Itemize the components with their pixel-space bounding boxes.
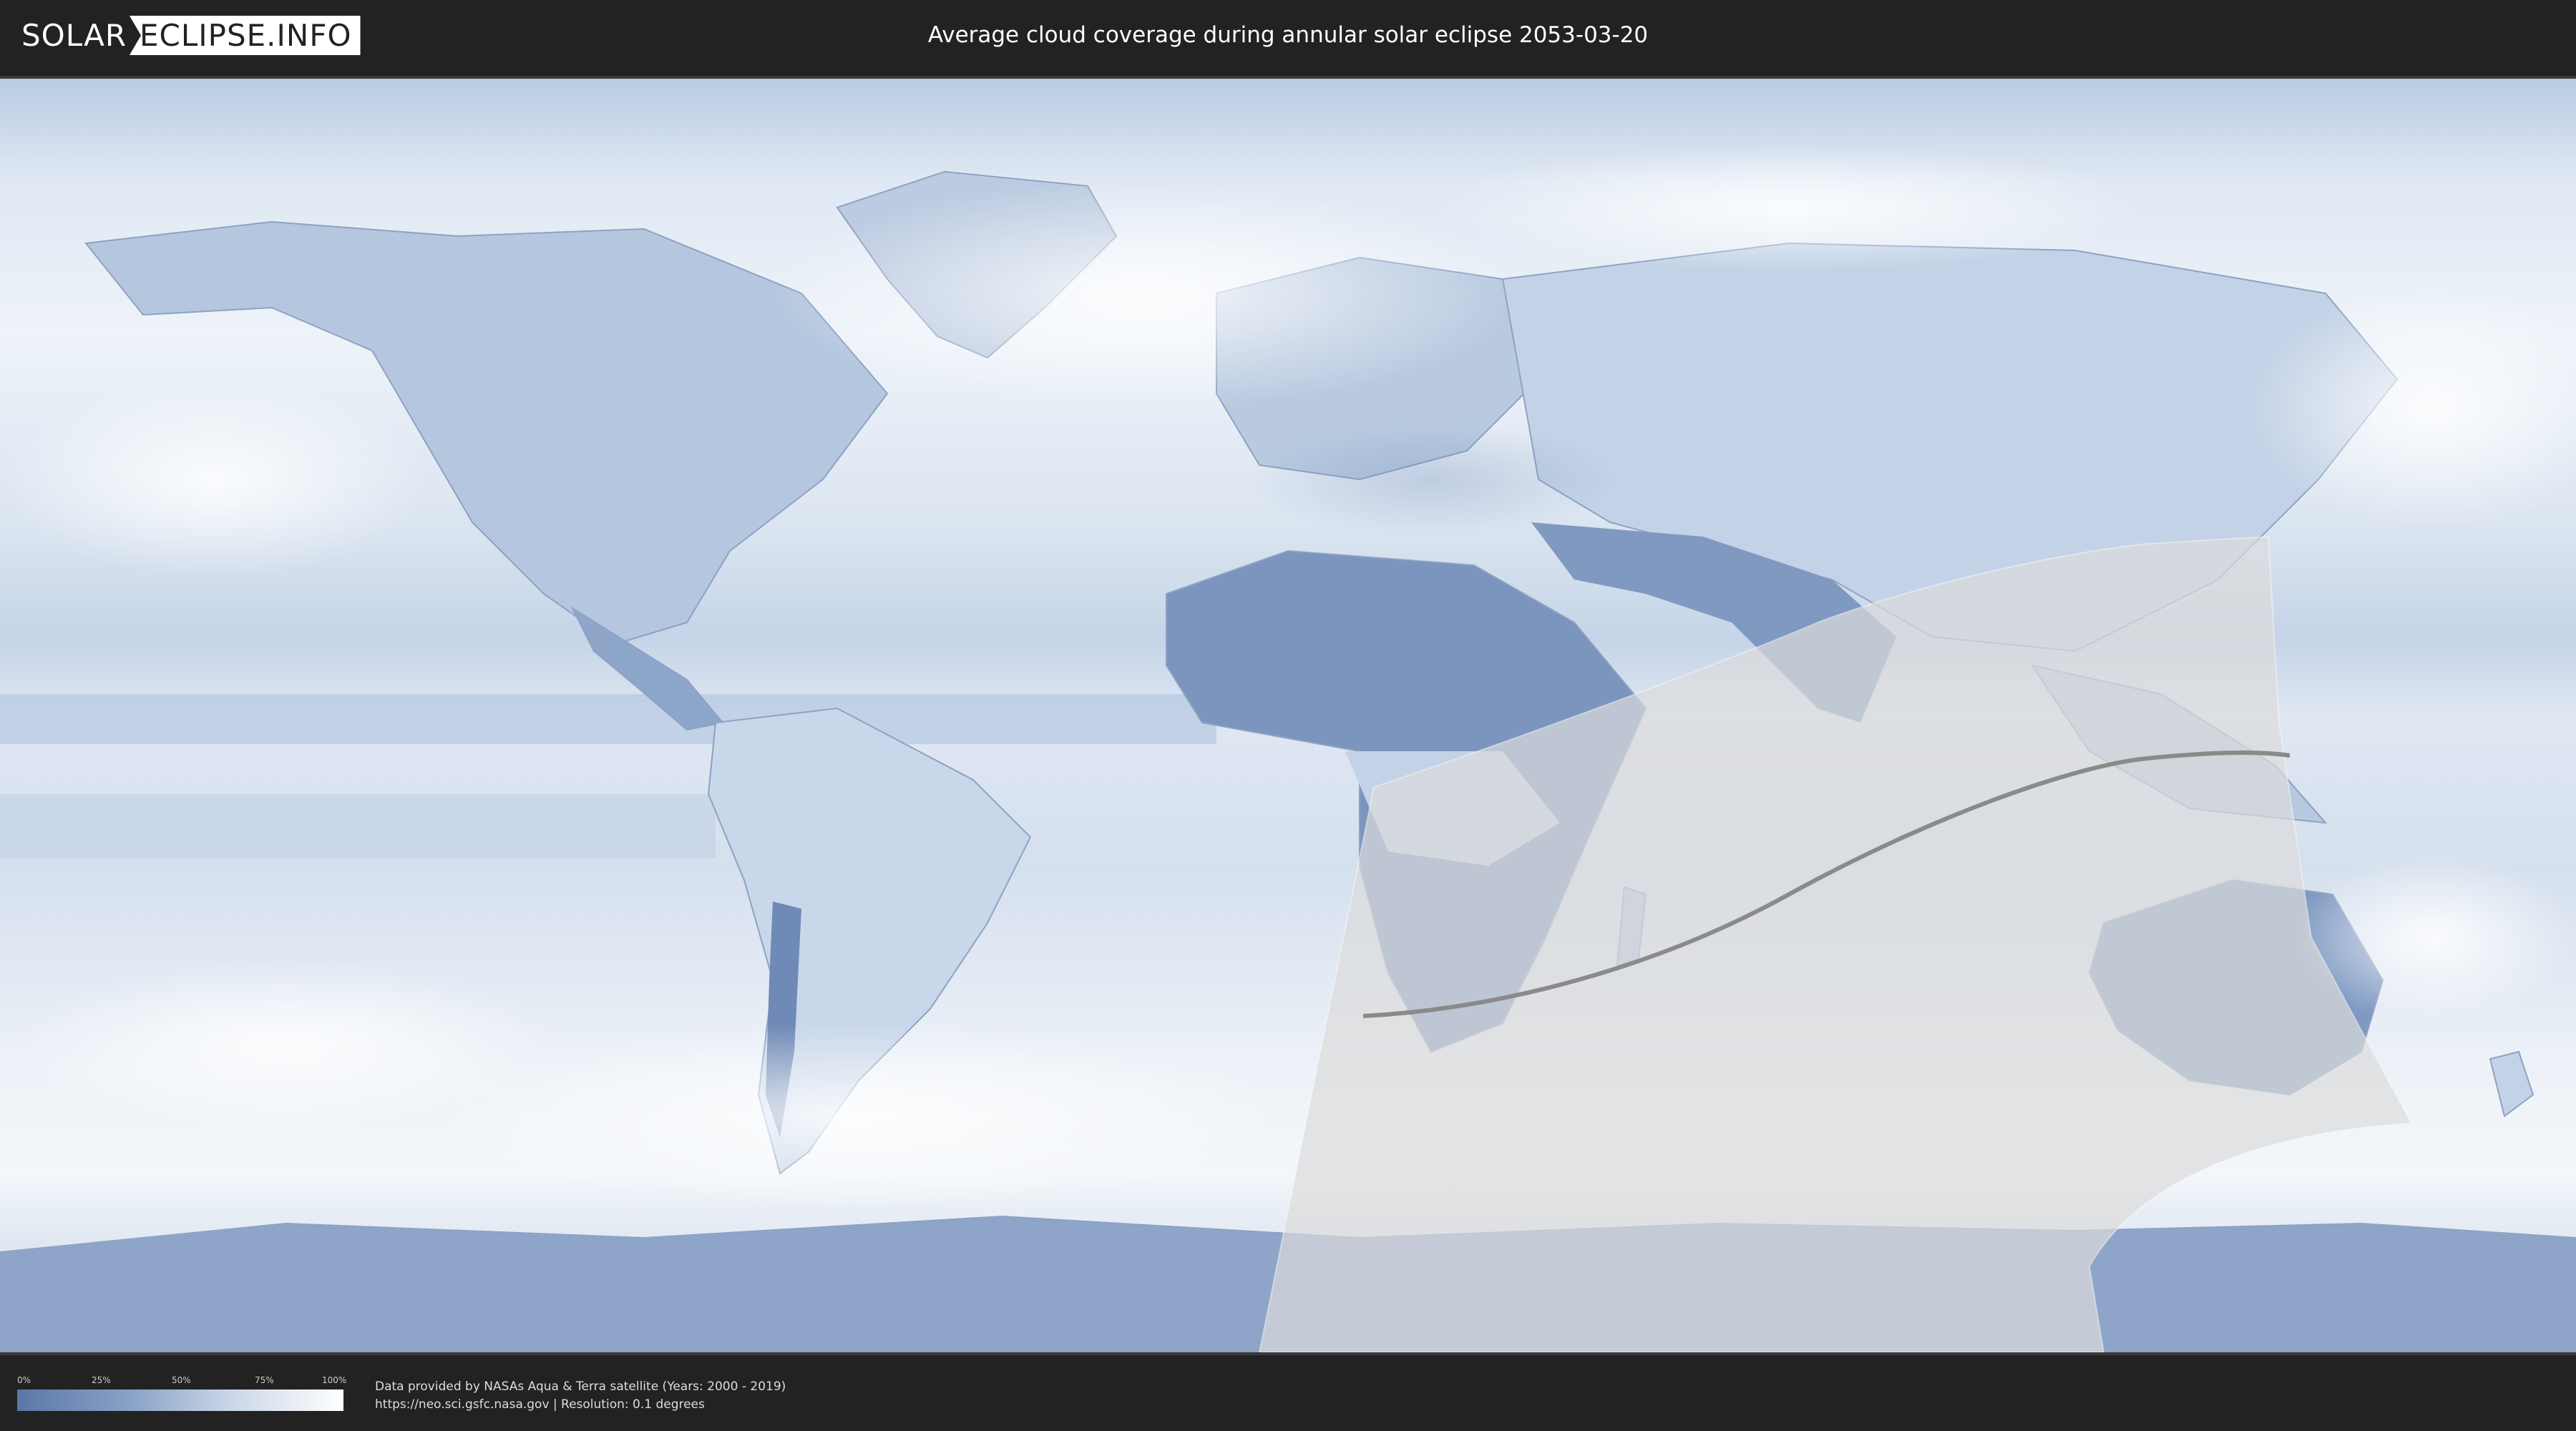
equatorial-band [0,694,1216,744]
footer-bar: 0% 25% 50% 75% 100% Data provided by NAS… [0,1357,2576,1431]
cloud-coverage-map [0,76,2576,1355]
south-pacific-band [0,794,716,859]
legend-labels: 0% 25% 50% 75% 100% [17,1375,347,1387]
credits-url[interactable]: https://neo.sci.gsfc.nasa.gov | Resoluti… [375,1396,786,1414]
data-credits: Data provided by NASAs Aqua & Terra sate… [375,1378,786,1414]
legend-label-50: 50% [172,1375,191,1385]
header-bar: SOLAR ECLIPSE.INFO Average cloud coverag… [0,0,2576,72]
page-title: Average cloud coverage during annular so… [927,22,1649,48]
legend-gradient-bar [17,1390,343,1411]
map-canvas [0,79,2576,1352]
legend-label-100: 100% [322,1375,347,1385]
legend-label-25: 25% [92,1375,111,1385]
legend-label-75: 75% [255,1375,274,1385]
credits-source: Data provided by NASAs Aqua & Terra sate… [375,1379,786,1394]
cloud-coverage-legend: 0% 25% 50% 75% 100% [17,1375,347,1412]
legend-label-0: 0% [17,1375,31,1385]
